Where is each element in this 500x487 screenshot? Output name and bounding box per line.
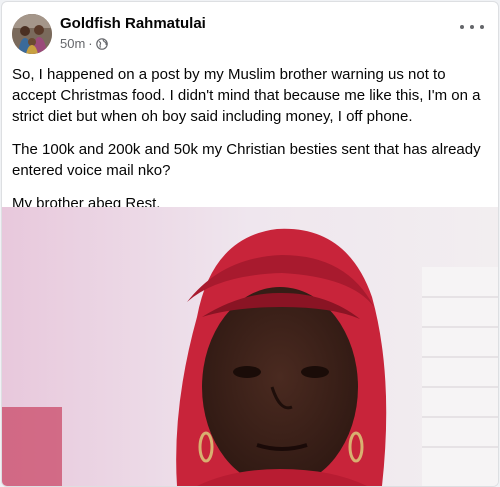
post-photo[interactable] [2, 207, 498, 486]
post-paragraph: The 100k and 200k and 50k my Christian b… [12, 141, 481, 179]
author-avatar[interactable] [12, 14, 52, 54]
post-meta: 50m · [60, 36, 108, 51]
woman-portrait-image [2, 207, 498, 486]
avatar-image [12, 14, 52, 54]
post-card: Goldfish Rahmatulai 50m · So, I happened… [1, 1, 499, 487]
post-timestamp[interactable]: 50m [60, 36, 85, 51]
post-header: Goldfish Rahmatulai 50m · [2, 2, 498, 60]
post-text: So, I happened on a post by my Muslim br… [12, 64, 490, 226]
more-options-icon[interactable] [460, 20, 484, 34]
meta-separator: · [88, 36, 93, 51]
post-paragraph: So, I happened on a post by my Muslim br… [12, 66, 481, 125]
globe-icon [95, 37, 108, 50]
author-name[interactable]: Goldfish Rahmatulai [60, 15, 206, 32]
